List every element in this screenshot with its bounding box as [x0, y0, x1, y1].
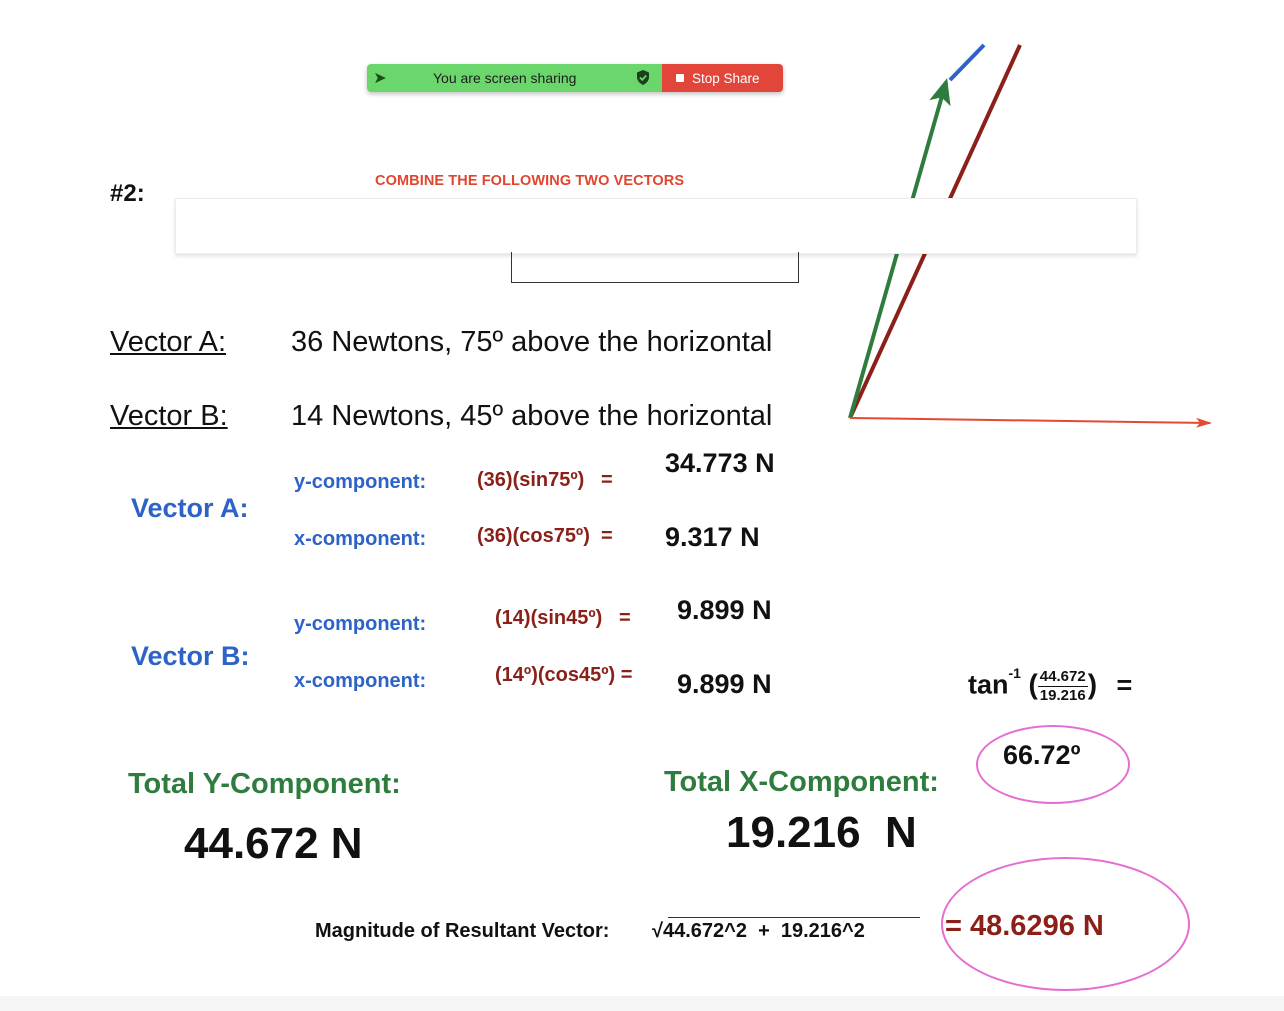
radical-sign: √: [652, 920, 663, 942]
vector-a-y-label: y-component:: [294, 471, 427, 493]
fraction-numerator: 44.672: [1037, 668, 1088, 687]
vector-b-arrow-line: [948, 43, 986, 82]
overlay-card: [175, 198, 1137, 254]
total-y-heading: Total Y-Component:: [128, 768, 401, 800]
vector-b-x-formula: (14º)(cos45º) =: [495, 664, 633, 686]
radical-bar: [668, 917, 920, 918]
vector-b-x-result: 9.899 N: [677, 669, 772, 699]
radical-content: 44.672^2 + 19.216^2: [662, 920, 865, 942]
vector-a-y-result: 34.773 N: [665, 448, 775, 478]
vector-b-x-label: x-component:: [294, 670, 427, 692]
vector-b-heading: Vector B:: [131, 641, 250, 671]
magnitude-expression: √44.672^2 + 19.216^2: [652, 920, 865, 943]
vector-b-y-formula: (14)(sin45º) =: [495, 607, 631, 629]
angle-fraction: 44.672 19.216: [1037, 668, 1088, 705]
magnitude-label: Magnitude of Resultant Vector:: [315, 920, 610, 942]
tan-exponent: -1: [1008, 664, 1021, 681]
horizontal-axis-arrow: [849, 417, 1212, 428]
total-x-value: 19.216 N: [726, 808, 917, 857]
answer-box: [511, 252, 799, 283]
vector-b-y-result: 9.899 N: [677, 595, 772, 625]
vector-a-description: 36 Newtons, 75º above the horizontal: [291, 326, 773, 358]
angle-equals: =: [1116, 669, 1133, 700]
vector-a-x-label: x-component:: [294, 528, 427, 550]
tan-function: tan: [968, 669, 1009, 700]
vector-a-y-formula: (36)(sin75º) =: [477, 469, 613, 491]
vector-a-label: Vector A:: [110, 326, 227, 358]
angle-result: 66.72º: [1003, 740, 1081, 770]
vector-b-y-label: y-component:: [294, 613, 427, 635]
vector-b-label: Vector B:: [110, 400, 228, 432]
vector-a-x-result: 9.317 N: [665, 522, 760, 552]
vector-a-heading: Vector A:: [131, 493, 249, 523]
bottom-strip: [0, 996, 1284, 1011]
fraction-denominator: 19.216: [1039, 687, 1086, 704]
total-y-value: 44.672 N: [184, 819, 363, 868]
vector-a-x-formula: (36)(cos75º) =: [477, 525, 613, 547]
angle-formula: tan-1 (44.672 19.216) =: [968, 664, 1133, 705]
total-x-heading: Total X-Component:: [664, 766, 939, 798]
vector-b-description: 14 Newtons, 45º above the horizontal: [291, 400, 773, 432]
resultant-magnitude: = 48.6296 N: [945, 910, 1104, 942]
